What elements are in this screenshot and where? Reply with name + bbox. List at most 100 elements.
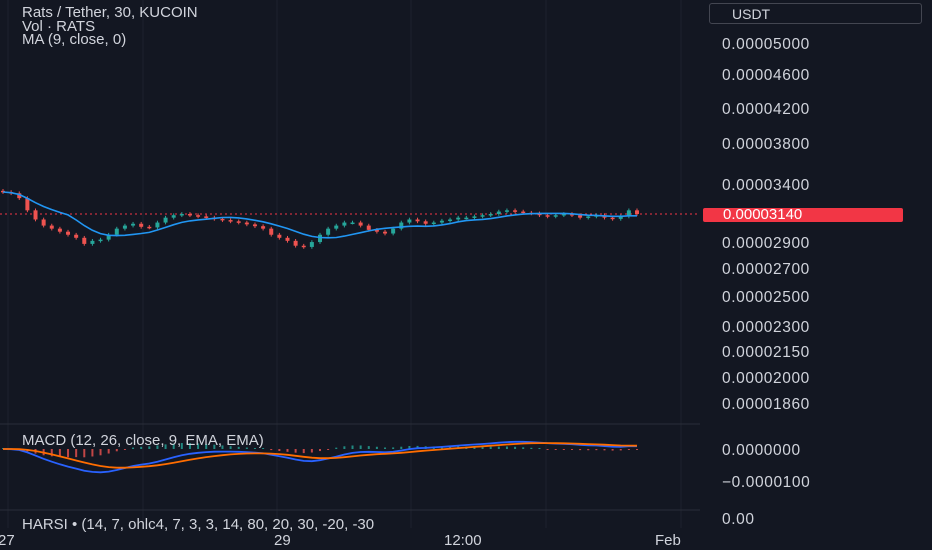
candle-body: [407, 219, 412, 223]
macd-histogram-bar: [327, 449, 330, 450]
candle-body: [496, 211, 501, 214]
candle-body: [49, 225, 54, 229]
candle-body: [504, 210, 509, 212]
candle-body: [33, 210, 38, 220]
candle-body: [545, 215, 550, 217]
candle-body: [578, 215, 583, 218]
price-candles: [1, 188, 639, 249]
macd-histogram-bar: [107, 449, 110, 454]
macd-histogram-bar: [522, 447, 525, 449]
macd-histogram-bar: [603, 449, 606, 451]
candle-body: [131, 223, 136, 226]
candle-body: [90, 240, 95, 244]
macd-histogram-bar: [530, 447, 533, 449]
macd-histogram-bar: [627, 449, 630, 450]
candle-body: [334, 225, 339, 229]
candle-body: [74, 234, 79, 238]
macd-histogram-bar: [335, 447, 338, 449]
macd-histogram-bar: [538, 448, 541, 449]
macd-histogram-bar: [294, 449, 297, 453]
candle-body: [448, 219, 453, 221]
macd-histogram-bar: [562, 449, 565, 450]
candle-body: [204, 216, 209, 218]
last-price-tag: 0.00003140: [703, 208, 903, 222]
candle-body: [261, 226, 266, 229]
macd-histogram-bar: [115, 449, 118, 452]
candle-body: [513, 210, 518, 212]
candle-body: [464, 217, 469, 220]
macd-histogram-bar: [278, 449, 281, 452]
candle-body: [98, 239, 103, 242]
candle-body: [155, 222, 160, 228]
time-axis-label: 27: [0, 532, 15, 549]
macd-histogram-bar: [554, 449, 557, 450]
candle-body: [610, 217, 615, 220]
macd-histogram-bar: [400, 446, 403, 449]
price-axis-label: 0.00001860: [722, 396, 810, 413]
candle-body: [391, 228, 396, 234]
candle-body: [326, 228, 331, 235]
candle-body: [480, 215, 485, 217]
candle-body: [187, 214, 192, 216]
candle-body: [285, 237, 290, 241]
candle-body: [244, 222, 249, 225]
macd-histogram-bar: [319, 449, 321, 452]
macd-histogram-bar: [83, 449, 86, 458]
candle-body: [66, 231, 71, 235]
candle-body: [456, 217, 461, 220]
harsi-axis-label: 0.00: [722, 511, 755, 528]
price-axis-label: 0.00002000: [722, 370, 810, 387]
candle-body: [586, 216, 591, 218]
candle-body: [220, 218, 225, 221]
time-axis-label: 12:00: [444, 532, 482, 549]
macd-histogram-bar: [270, 449, 273, 451]
harsi-legend[interactable]: HARSI • (14, 7, ohlc4, 7, 3, 3, 14, 80, …: [22, 517, 374, 532]
macd-histogram-bar: [505, 446, 508, 449]
price-axis-label: 0.00002150: [722, 344, 810, 361]
candle-body: [252, 224, 257, 227]
macd-histogram-bar: [587, 449, 590, 451]
candle-body: [635, 210, 639, 214]
candle-body: [122, 225, 127, 229]
candle-body: [236, 221, 241, 223]
macd-histogram-bar: [497, 446, 500, 449]
price-axis-label: 0.00002300: [722, 319, 810, 336]
macd-axis-label: 0.0000000: [722, 442, 801, 459]
candle-body: [342, 222, 347, 226]
candle-body: [301, 245, 306, 248]
candle-body: [41, 219, 46, 226]
macd-histogram-bar: [546, 449, 549, 450]
macd-histogram-bar: [489, 446, 492, 449]
ma-line: [2, 191, 637, 239]
macd-histogram-bar: [579, 449, 582, 451]
macd-histogram-bar: [619, 449, 622, 451]
candle-body: [139, 223, 144, 227]
candle-body: [114, 228, 119, 235]
macd-histogram-bar: [351, 445, 354, 449]
price-axis-label: 0.00002900: [722, 235, 810, 252]
macd-histogram-bar: [99, 449, 102, 456]
candle-body: [423, 221, 428, 224]
macd-histogram-bar: [367, 446, 370, 449]
macd-histogram-bar: [514, 446, 517, 449]
ma-legend[interactable]: MA (9, close, 0): [22, 32, 126, 47]
time-axis-label: 29: [274, 532, 291, 549]
candle-body: [309, 242, 314, 247]
candle-body: [488, 214, 493, 216]
macd-histogram-bar: [286, 449, 289, 452]
macd-histogram-bar: [384, 447, 387, 449]
price-axis-label: 0.00003400: [722, 177, 810, 194]
price-axis-label: 0.00004200: [722, 101, 810, 118]
candle-body: [431, 222, 436, 225]
candle-body: [57, 228, 62, 232]
candle-body: [553, 215, 558, 217]
candle-body: [358, 222, 363, 226]
macd-histogram-bar: [123, 449, 126, 450]
macd-axis-label: −0.0000100: [722, 474, 811, 491]
currency-selector[interactable]: USDT: [709, 3, 922, 24]
macd-legend[interactable]: MACD (12, 26, close, 9, EMA, EMA): [22, 433, 264, 448]
candle-body: [318, 234, 322, 243]
macd-histogram-bar: [570, 449, 573, 450]
candle-body: [179, 214, 184, 216]
candle-body: [228, 220, 233, 222]
